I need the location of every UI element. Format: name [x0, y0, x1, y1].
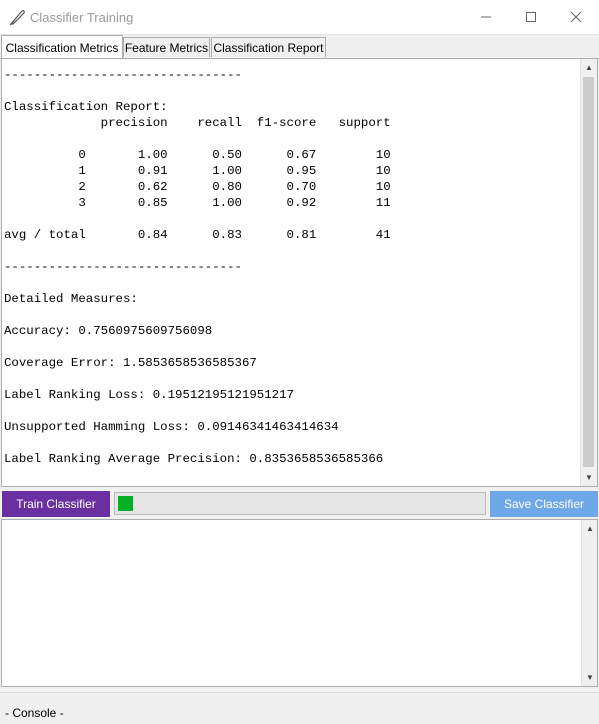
save-classifier-button[interactable]: Save Classifier — [490, 491, 598, 517]
maximize-button[interactable] — [508, 0, 554, 34]
console-scrollbar[interactable]: ▲ ▼ — [581, 520, 597, 686]
metrics-report-panel[interactable]: -------------------------------- Classif… — [1, 58, 598, 487]
title-bar: Classifier Training — [0, 0, 599, 35]
status-bar: - Console - — [0, 692, 599, 724]
training-progress-bar — [114, 492, 486, 515]
progress-fill — [118, 496, 133, 511]
console-output[interactable]: ▲ ▼ — [1, 519, 598, 687]
console-label: - Console - — [5, 706, 64, 720]
tab-feature-metrics[interactable]: Feature Metrics — [123, 37, 210, 57]
tab-bar: Classification Metrics Feature Metrics C… — [0, 35, 599, 59]
report-scrollbar[interactable]: ▲ ▼ — [580, 59, 597, 486]
minimize-button[interactable] — [463, 0, 509, 34]
window-title: Classifier Training — [30, 10, 134, 25]
train-classifier-button[interactable]: Train Classifier — [2, 491, 110, 517]
scroll-thumb[interactable] — [583, 77, 594, 467]
scroll-down-icon[interactable]: ▼ — [581, 469, 597, 486]
tab-classification-report[interactable]: Classification Report — [211, 37, 326, 57]
scroll-down-icon[interactable]: ▼ — [582, 669, 598, 686]
close-icon — [571, 12, 581, 22]
tab-classification-metrics[interactable]: Classification Metrics — [1, 35, 123, 59]
minimize-icon — [481, 16, 491, 18]
scroll-up-icon[interactable]: ▲ — [581, 59, 597, 76]
maximize-icon — [526, 12, 536, 22]
close-button[interactable] — [553, 0, 599, 34]
scroll-up-icon[interactable]: ▲ — [582, 520, 598, 537]
metrics-report-text: -------------------------------- Classif… — [4, 68, 391, 466]
feather-pen-icon — [9, 10, 25, 26]
